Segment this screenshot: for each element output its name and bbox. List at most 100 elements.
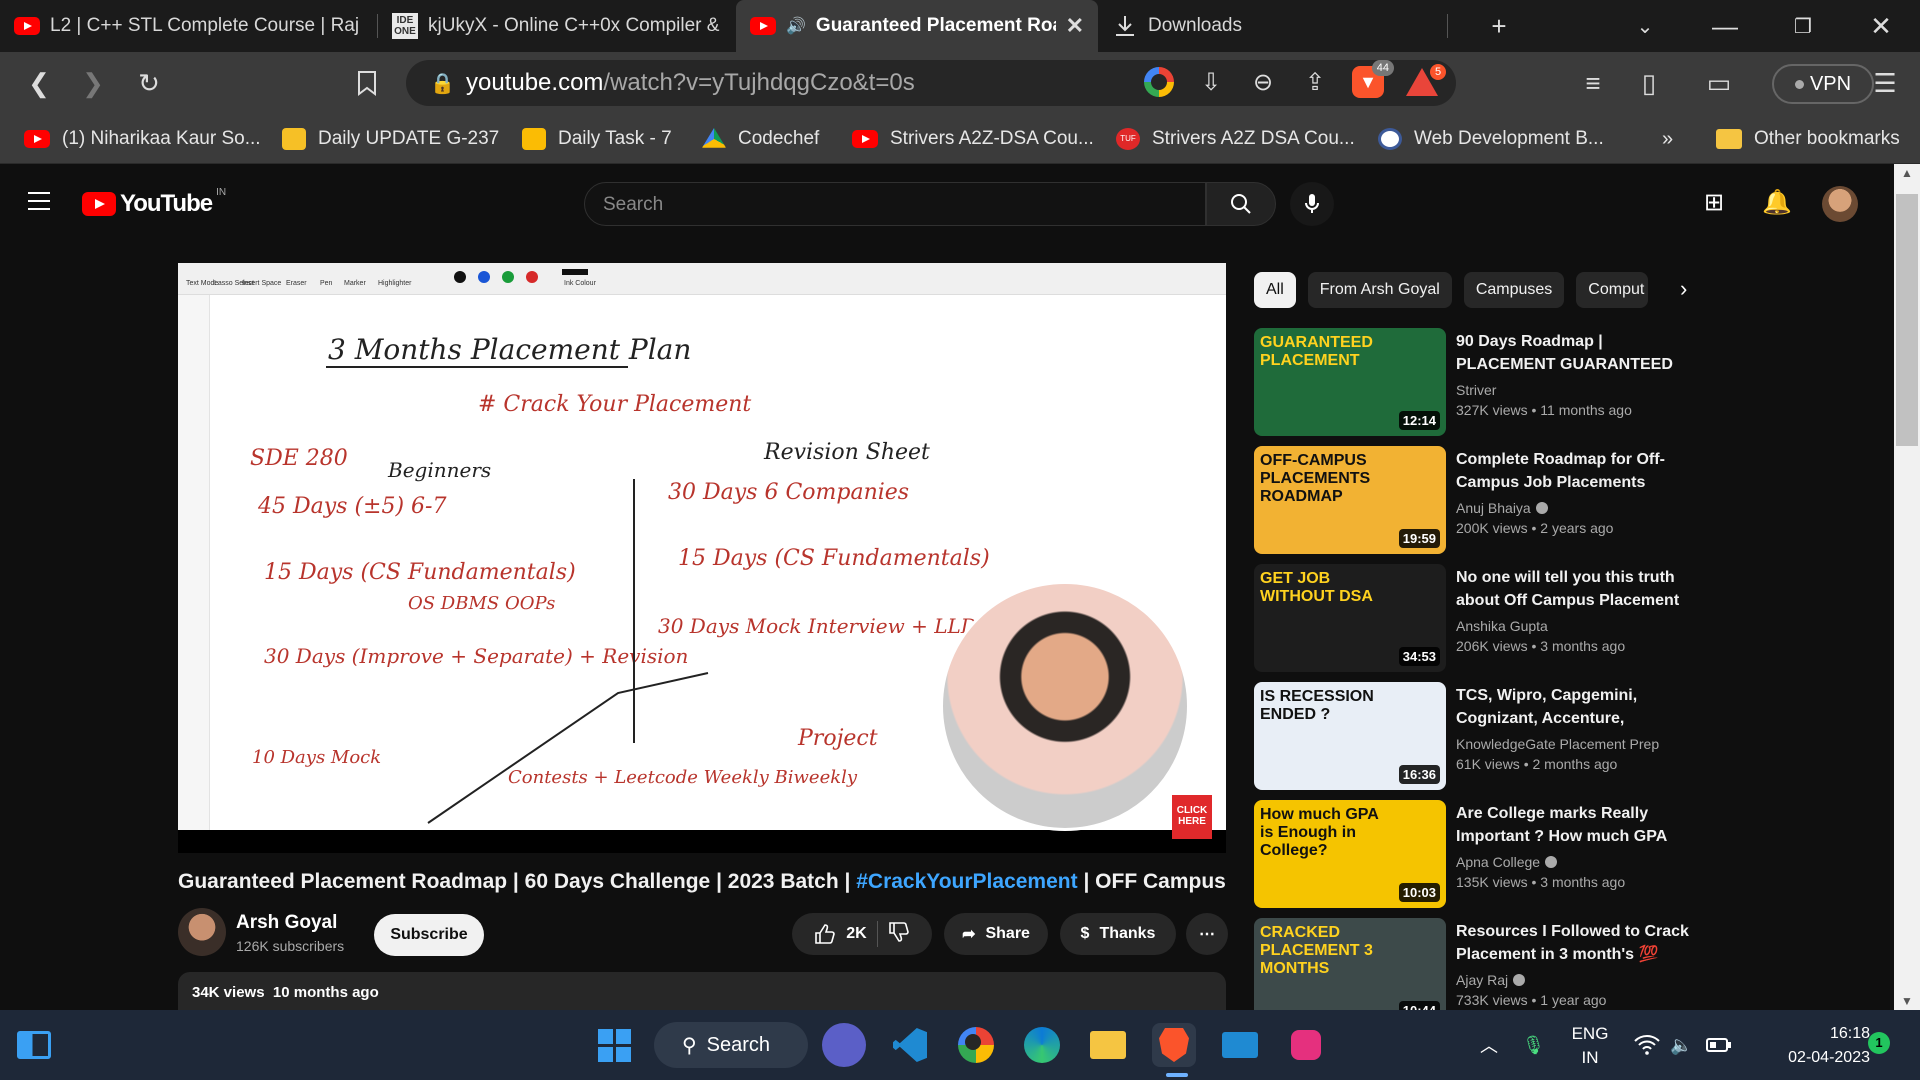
video-title[interactable]: No one will tell you this truth about Of…	[1456, 566, 1692, 612]
speaker-icon[interactable]: 🔊	[786, 16, 806, 36]
more-actions-icon[interactable]: ⋯	[1186, 913, 1228, 955]
hamburger-icon[interactable]	[28, 192, 50, 216]
playlist-icon[interactable]: ≡	[1568, 52, 1618, 114]
search-input[interactable]: Search	[584, 182, 1206, 226]
channel-name[interactable]: Ajay Raj	[1456, 972, 1526, 988]
show-hidden-icons[interactable]: ︿	[1480, 1010, 1498, 1080]
brave-shields-icon[interactable]: ▼ 44	[1352, 60, 1394, 98]
menu-icon[interactable]: ☰	[1860, 52, 1910, 114]
channel-name[interactable]: Anshika Gupta	[1456, 618, 1548, 634]
reload-icon[interactable]: ↻	[124, 52, 174, 114]
app-icon[interactable]	[1284, 1023, 1328, 1067]
share-icon[interactable]: ⇪	[1300, 68, 1330, 97]
sidebar-icon[interactable]: ▯	[1624, 52, 1674, 114]
recommended-video[interactable]: How much GPA is Enough in College? 10:03 A…	[1254, 800, 1894, 908]
channel-name[interactable]: KnowledgeGate Placement Prep	[1456, 736, 1659, 752]
lock-icon[interactable]: 🔒	[430, 71, 455, 96]
close-window-icon[interactable]: ✕	[1856, 0, 1906, 52]
restore-icon[interactable]: ❐	[1778, 0, 1828, 52]
minimize-icon[interactable]: —	[1700, 0, 1750, 52]
thanks-button[interactable]: $ Thanks	[1060, 913, 1176, 955]
channel-name[interactable]: Arsh Goyal	[236, 912, 337, 934]
youtube-logo[interactable]: YouTube IN	[82, 187, 226, 218]
share-button[interactable]: ➦ Share	[944, 913, 1048, 955]
address-bar[interactable]: 🔒 youtube.com/watch?v=yTujhdqgCzo&t=0s ⇩…	[406, 60, 1456, 106]
volume-icon[interactable]: 🔈	[1670, 1010, 1692, 1080]
video-title[interactable]: TCS, Wipro, Capgemini, Cognizant, Accent…	[1456, 684, 1692, 730]
dislike-button[interactable]	[888, 921, 910, 948]
chip-from-channel[interactable]: From Arsh Goyal	[1307, 272, 1452, 308]
scroll-down-icon[interactable]: ▼	[1894, 994, 1920, 1008]
zoom-icon[interactable]: ⊖	[1248, 68, 1278, 97]
language-indicator[interactable]: ENG IN	[1562, 1022, 1618, 1070]
notifications-bell-icon[interactable]: 🔔	[1762, 188, 1792, 217]
video-player[interactable]: Text Mode Lasso Select Insert Space Eras…	[178, 263, 1226, 853]
recommended-video[interactable]: IS RECESSION ENDED ? 16:36 TCS, Wipro, Cap…	[1254, 682, 1894, 790]
browser-tab[interactable]: IDE ONE kjUkyX - Online C++0x Compiler & …	[378, 0, 736, 52]
recommended-video[interactable]: GUARANTEED PLACEMENT 12:14 90 Days Roadmap…	[1254, 328, 1894, 436]
bookmark-item[interactable]: TUF Strivers A2Z DSA Cou...	[1116, 114, 1355, 164]
vscode-icon[interactable]	[888, 1023, 932, 1067]
scroll-up-icon[interactable]: ▲	[1894, 166, 1920, 180]
video-thumbnail[interactable]: IS RECESSION ENDED ? 16:36	[1254, 682, 1446, 790]
browser-tab[interactable]: Downloads	[1098, 0, 1448, 52]
channel-avatar[interactable]	[178, 908, 226, 956]
microphone-icon[interactable]: 🎙	[1522, 1010, 1545, 1080]
video-thumbnail[interactable]: CRACKED PLACEMENT 3 MONTHS 10:44	[1254, 918, 1446, 1010]
wifi-icon[interactable]	[1634, 1010, 1660, 1080]
other-bookmarks[interactable]: Other bookmarks	[1716, 114, 1900, 164]
video-thumbnail[interactable]: OFF-CAMPUS PLACEMENTS ROADMAP 19:59	[1254, 446, 1446, 554]
video-title[interactable]: 90 Days Roadmap | PLACEMENT GUARANTEED |…	[1456, 330, 1692, 376]
system-clock[interactable]: 16:18 02-04-2023	[1740, 1022, 1870, 1070]
microphone-icon[interactable]	[1290, 182, 1334, 226]
video-title[interactable]: Complete Roadmap for Off-Campus Job Plac…	[1456, 448, 1692, 494]
chip-campuses[interactable]: Campuses	[1463, 272, 1565, 308]
forward-icon[interactable]: ❯	[68, 52, 118, 114]
video-thumbnail[interactable]: GET JOB WITHOUT DSA 34:53	[1254, 564, 1446, 672]
video-title[interactable]: Are College marks Really Important ? How…	[1456, 802, 1692, 848]
subscribe-button[interactable]: Subscribe	[374, 914, 484, 956]
bookmark-item[interactable]: Daily UPDATE G-237	[282, 114, 499, 164]
chip-all[interactable]: All	[1254, 272, 1296, 308]
recommended-video[interactable]: CRACKED PLACEMENT 3 MONTHS 10:44 Resources…	[1254, 918, 1894, 1010]
chrome-icon[interactable]	[954, 1023, 998, 1067]
video-thumbnail[interactable]: GUARANTEED PLACEMENT 12:14	[1254, 328, 1446, 436]
create-video-icon[interactable]: ⊞	[1704, 188, 1724, 217]
video-thumbnail[interactable]: How much GPA is Enough in College? 10:03	[1254, 800, 1446, 908]
chip-computer[interactable]: Comput	[1576, 272, 1649, 308]
back-icon[interactable]: ❮	[14, 52, 64, 114]
bookmark-icon[interactable]	[342, 52, 392, 114]
notification-badge[interactable]: 1	[1868, 1032, 1890, 1054]
recommended-video[interactable]: OFF-CAMPUS PLACEMENTS ROADMAP 19:59 Comple…	[1254, 446, 1894, 554]
bookmark-item[interactable]: Daily Task - 7	[522, 114, 672, 164]
page-scrollbar[interactable]: ▲ ▼	[1894, 164, 1920, 1010]
bookmark-item[interactable]: Strivers A2Z-DSA Cou...	[852, 114, 1094, 164]
chips-next-icon[interactable]: ›	[1680, 276, 1687, 302]
account-avatar[interactable]	[1822, 186, 1858, 222]
edge-icon[interactable]	[1020, 1023, 1064, 1067]
tab-search-icon[interactable]: ⌄	[1620, 0, 1670, 52]
file-explorer-icon[interactable]	[1086, 1023, 1130, 1067]
video-title[interactable]: Resources I Followed to Crack Placement …	[1456, 920, 1692, 966]
brave-rewards-icon[interactable]: 5	[1406, 64, 1447, 96]
browser-tab-active[interactable]: 🔊 Guaranteed Placement Roadmap ✕	[736, 0, 1098, 52]
widgets-icon[interactable]	[12, 1023, 56, 1067]
brave-browser-icon[interactable]	[1152, 1023, 1196, 1067]
hashtag-link[interactable]: #CrackYourPlacement	[856, 870, 1077, 893]
install-icon[interactable]: ⇩	[1196, 68, 1226, 97]
mail-icon[interactable]	[1218, 1023, 1262, 1067]
bookmark-item[interactable]: Web Development B...	[1378, 114, 1604, 164]
teams-chat-icon[interactable]	[822, 1023, 866, 1067]
channel-name[interactable]: Apna College	[1456, 854, 1558, 870]
bookmarks-overflow[interactable]: »	[1662, 114, 1673, 164]
taskbar-search[interactable]: ⚲ Search	[654, 1022, 808, 1068]
channel-name[interactable]: Striver	[1456, 382, 1496, 398]
battery-icon[interactable]	[1706, 1010, 1732, 1080]
start-windows-icon[interactable]	[592, 1023, 636, 1067]
bookmark-item[interactable]: (1) Niharikaa Kaur So...	[24, 114, 261, 164]
like-button[interactable]: 2K	[814, 923, 867, 945]
click-here-overlay[interactable]: CLICK HERE	[1172, 795, 1212, 839]
vpn-button[interactable]: VPN	[1772, 64, 1874, 104]
bookmark-item[interactable]: Codechef	[702, 114, 819, 164]
search-icon[interactable]	[1206, 182, 1276, 226]
